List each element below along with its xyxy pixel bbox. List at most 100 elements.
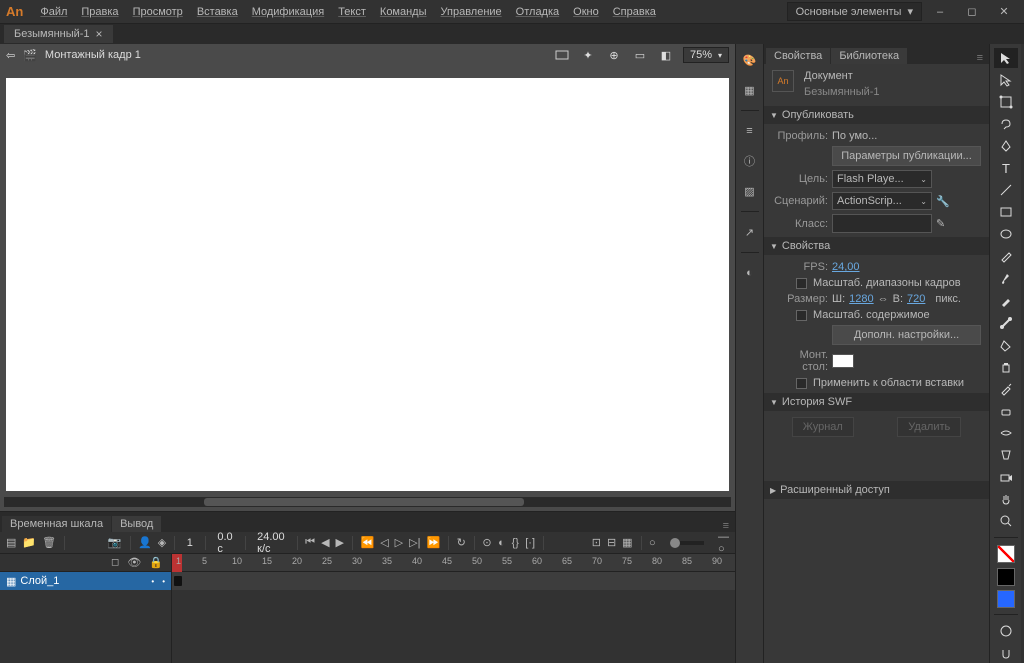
camera-icon[interactable]: 📷 bbox=[108, 535, 122, 551]
restore-button[interactable]: ◻ bbox=[958, 2, 986, 22]
next-frame-icon[interactable]: ▷| bbox=[409, 535, 420, 551]
pencil-tool[interactable] bbox=[994, 246, 1018, 266]
selection-tool[interactable] bbox=[994, 48, 1018, 68]
scene-icon-btn[interactable] bbox=[553, 46, 571, 64]
accessibility-header[interactable]: ▶Расширенный доступ bbox=[764, 481, 989, 499]
snap-toggle[interactable] bbox=[994, 643, 1018, 663]
marker-icon[interactable]: {} bbox=[511, 535, 519, 551]
horizontal-scrollbar[interactable] bbox=[4, 497, 731, 507]
apply-paste-checkbox[interactable]: Применить к области вставки bbox=[796, 377, 981, 389]
menu-debug[interactable]: Отладка bbox=[509, 6, 566, 18]
layer-row[interactable]: ▦ Слой_1 •• bbox=[0, 572, 171, 590]
menu-commands[interactable]: Команды bbox=[373, 6, 434, 18]
goto-first-icon[interactable]: ⏮ bbox=[305, 535, 315, 551]
timeline-zoom-slider[interactable] bbox=[670, 541, 704, 545]
delete-layer-icon[interactable]: 🗑 bbox=[42, 535, 56, 551]
wrench-icon[interactable]: 🔧 bbox=[936, 195, 950, 208]
step-fwd-icon[interactable]: ▶ bbox=[336, 535, 344, 551]
brush-tool[interactable] bbox=[994, 268, 1018, 288]
rotate-view-icon[interactable]: ◧ bbox=[657, 46, 675, 64]
menu-window[interactable]: Окно bbox=[566, 6, 606, 18]
camera-tool[interactable] bbox=[994, 467, 1018, 487]
bone-tool[interactable] bbox=[994, 313, 1018, 333]
oval-tool[interactable] bbox=[994, 224, 1018, 244]
menu-text[interactable]: Текст bbox=[331, 6, 373, 18]
menu-view[interactable]: Просмотр bbox=[126, 6, 190, 18]
asset-warp-tool[interactable] bbox=[994, 445, 1018, 465]
history-panel-icon[interactable]: ↗ bbox=[740, 222, 760, 242]
center-frame-icon[interactable]: ⊡ bbox=[592, 535, 601, 551]
edit-multi-icon[interactable]: ◈ bbox=[158, 535, 166, 551]
menu-help[interactable]: Справка bbox=[606, 6, 663, 18]
tint-icon[interactable]: ▦ bbox=[622, 535, 632, 551]
ink-bottle-tool[interactable] bbox=[994, 357, 1018, 377]
swatches-panel-icon[interactable]: ▦ bbox=[740, 80, 760, 100]
new-folder-icon[interactable]: 📁 bbox=[22, 535, 36, 551]
scale-frames-checkbox[interactable]: Масштаб. диапазоны кадров bbox=[796, 277, 981, 289]
paint-bucket-tool[interactable] bbox=[994, 335, 1018, 355]
rectangle-tool[interactable] bbox=[994, 202, 1018, 222]
minimize-button[interactable]: ‒ bbox=[926, 2, 954, 22]
width-tool[interactable] bbox=[994, 423, 1018, 443]
new-layer-icon[interactable]: ▤ bbox=[6, 535, 16, 551]
align-panel-icon[interactable]: ≡ bbox=[740, 121, 760, 141]
prev-frame-icon[interactable]: ◁ bbox=[380, 535, 388, 551]
output-tab[interactable]: Вывод bbox=[112, 516, 161, 532]
rewind-icon[interactable]: ⏪ bbox=[360, 535, 374, 551]
hand-tool[interactable] bbox=[994, 489, 1018, 509]
clip-icon[interactable]: ▭ bbox=[631, 46, 649, 64]
bracket-icon[interactable]: [·] bbox=[525, 535, 535, 551]
document-tab[interactable]: Безымянный-1 × bbox=[4, 25, 113, 43]
menu-edit[interactable]: Правка bbox=[74, 6, 125, 18]
subselection-tool[interactable] bbox=[994, 70, 1018, 90]
zoom-tool[interactable] bbox=[994, 511, 1018, 531]
height-value[interactable]: 720 bbox=[907, 293, 925, 305]
cc-libraries-icon[interactable]: ◐ bbox=[740, 263, 760, 283]
object-drawing-toggle[interactable] bbox=[994, 621, 1018, 641]
text-tool[interactable]: T bbox=[994, 158, 1018, 178]
publish-settings-button[interactable]: Параметры публикации... bbox=[832, 146, 981, 166]
keyframe[interactable] bbox=[174, 576, 182, 586]
layer-name[interactable]: Слой_1 bbox=[20, 575, 59, 587]
eraser-tool[interactable] bbox=[994, 401, 1018, 421]
frame-ruler[interactable]: 1 5 10 15 20 25 30 35 40 45 50 55 60 65 bbox=[172, 554, 735, 572]
menu-insert[interactable]: Вставка bbox=[190, 6, 245, 18]
link-dimensions-icon[interactable]: ⇔ bbox=[878, 293, 889, 305]
back-icon[interactable]: ⇦ bbox=[6, 49, 15, 62]
zoom-dropdown[interactable]: 75%▾ bbox=[683, 47, 729, 63]
transform-panel-icon[interactable]: ▨ bbox=[740, 181, 760, 201]
step-back-icon[interactable]: ◀ bbox=[321, 535, 329, 551]
line-tool[interactable] bbox=[994, 180, 1018, 200]
properties-tab[interactable]: Свойства bbox=[766, 48, 830, 64]
free-transform-tool[interactable] bbox=[994, 92, 1018, 112]
symbol-icon[interactable]: ✦ bbox=[579, 46, 597, 64]
pen-tool[interactable] bbox=[994, 136, 1018, 156]
fps-value[interactable]: 24,00 bbox=[832, 261, 860, 273]
eyedropper-tool[interactable] bbox=[994, 379, 1018, 399]
menu-control[interactable]: Управление bbox=[434, 6, 509, 18]
visibility-toggle-icon[interactable]: 👁 bbox=[127, 556, 141, 569]
swap-colors-swatch[interactable] bbox=[994, 588, 1018, 608]
play-icon[interactable]: ▷ bbox=[395, 535, 403, 551]
timeline-tab[interactable]: Временная шкала bbox=[2, 516, 111, 532]
info-panel-icon[interactable]: ⓘ bbox=[740, 151, 760, 171]
frame-track[interactable] bbox=[172, 572, 735, 590]
onion-fill-icon[interactable]: ◐ bbox=[498, 535, 506, 551]
target-dropdown[interactable]: Flash Playe...⌄ bbox=[832, 170, 932, 188]
lock-toggle-icon[interactable]: 🔒 bbox=[149, 556, 163, 569]
menu-modify[interactable]: Модификация bbox=[245, 6, 332, 18]
zoom-slider-minus[interactable]: ○ bbox=[649, 537, 656, 549]
onion-skin-icon[interactable]: 👤 bbox=[138, 535, 152, 551]
onion-outline-icon[interactable]: ⊙ bbox=[482, 535, 491, 551]
close-tab-icon[interactable]: × bbox=[96, 27, 103, 41]
current-frame[interactable]: 1 bbox=[183, 537, 197, 549]
publish-section-header[interactable]: ▼Опубликовать bbox=[764, 106, 989, 124]
scale-content-checkbox[interactable]: Масштаб. содержимое bbox=[796, 309, 981, 321]
fill-color-swatch[interactable] bbox=[994, 566, 1018, 586]
center-stage-icon[interactable]: ⊕ bbox=[605, 46, 623, 64]
color-panel-icon[interactable]: 🎨 bbox=[740, 50, 760, 70]
edit-class-icon[interactable]: ✎ bbox=[936, 217, 945, 230]
frame-rate[interactable]: 24.00 к/с bbox=[253, 531, 289, 555]
outline-toggle-icon[interactable]: ◻ bbox=[111, 557, 119, 568]
advanced-settings-button[interactable]: Дополн. настройки... bbox=[832, 325, 981, 345]
